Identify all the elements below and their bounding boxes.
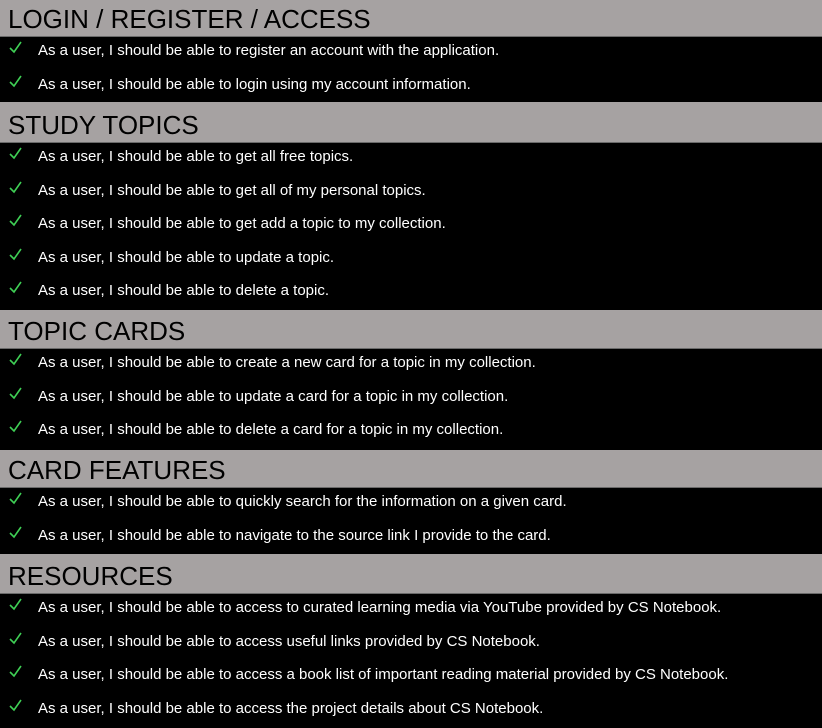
section-topic-cards: TOPIC CARDS As a user, I should be able … <box>0 310 822 450</box>
section-list: As a user, I should be able to register … <box>0 36 822 102</box>
check-icon <box>9 387 22 400</box>
list-item-text: As a user, I should be able to access to… <box>38 599 721 616</box>
check-icon <box>9 598 22 611</box>
section-study-topics: STUDY TOPICS As a user, I should be able… <box>0 102 822 310</box>
list-item: As a user, I should be able to delete a … <box>0 277 822 311</box>
check-icon <box>9 41 22 54</box>
list-item: As a user, I should be able to update a … <box>0 244 822 278</box>
section-card-features: CARD FEATURES As a user, I should be abl… <box>0 450 822 554</box>
check-icon <box>9 632 22 645</box>
section-list: As a user, I should be able to quickly s… <box>0 487 822 554</box>
check-icon <box>9 353 22 366</box>
list-item: As a user, I should be able to access a … <box>0 661 822 695</box>
list-item-text: As a user, I should be able to delete a … <box>38 282 329 299</box>
section-title: LOGIN / REGISTER / ACCESS <box>0 0 822 36</box>
check-icon <box>9 281 22 294</box>
list-item-text: As a user, I should be able to delete a … <box>38 421 503 438</box>
list-item-text: As a user, I should be able to access us… <box>38 633 540 650</box>
list-item: As a user, I should be able to get all o… <box>0 177 822 211</box>
user-stories-document: LOGIN / REGISTER / ACCESS As a user, I s… <box>0 0 822 724</box>
check-icon <box>9 147 22 160</box>
check-icon <box>9 526 22 539</box>
list-item: As a user, I should be able to delete a … <box>0 416 822 450</box>
list-item: As a user, I should be able to access to… <box>0 594 822 628</box>
section-resources: RESOURCES As a user, I should be able to… <box>0 554 822 724</box>
list-item-text: As a user, I should be able to create a … <box>38 354 536 371</box>
list-item: As a user, I should be able to navigate … <box>0 522 822 556</box>
check-icon <box>9 699 22 712</box>
list-item: As a user, I should be able to get add a… <box>0 210 822 244</box>
section-title: TOPIC CARDS <box>0 310 822 348</box>
section-title: RESOURCES <box>0 554 822 593</box>
section-list: As a user, I should be able to access to… <box>0 593 822 724</box>
check-icon <box>9 214 22 227</box>
list-item-text: As a user, I should be able to get add a… <box>38 215 446 232</box>
list-item: As a user, I should be able to register … <box>0 37 822 71</box>
list-item-text: As a user, I should be able to update a … <box>38 249 334 266</box>
list-item-text: As a user, I should be able to navigate … <box>38 527 551 544</box>
check-icon <box>9 248 22 261</box>
list-item: As a user, I should be able to access us… <box>0 628 822 662</box>
section-title: CARD FEATURES <box>0 450 822 487</box>
list-item-text: As a user, I should be able to register … <box>38 42 499 59</box>
check-icon <box>9 420 22 433</box>
section-title: STUDY TOPICS <box>0 102 822 142</box>
list-item: As a user, I should be able to login usi… <box>0 71 822 105</box>
list-item: As a user, I should be able to update a … <box>0 383 822 417</box>
list-item-text: As a user, I should be able to quickly s… <box>38 493 567 510</box>
check-icon <box>9 665 22 678</box>
list-item: As a user, I should be able to get all f… <box>0 143 822 177</box>
check-icon <box>9 181 22 194</box>
list-item-text: As a user, I should be able to login usi… <box>38 76 471 93</box>
list-item-text: As a user, I should be able to access th… <box>38 700 543 717</box>
list-item: As a user, I should be able to create a … <box>0 349 822 383</box>
section-list: As a user, I should be able to create a … <box>0 348 822 450</box>
section-list: As a user, I should be able to get all f… <box>0 142 822 310</box>
list-item: As a user, I should be able to quickly s… <box>0 488 822 522</box>
section-login-register-access: LOGIN / REGISTER / ACCESS As a user, I s… <box>0 0 822 102</box>
list-item-text: As a user, I should be able to get all o… <box>38 182 426 199</box>
list-item-text: As a user, I should be able to update a … <box>38 388 508 405</box>
list-item: As a user, I should be able to access th… <box>0 695 822 728</box>
list-item-text: As a user, I should be able to get all f… <box>38 148 353 165</box>
check-icon <box>9 75 22 88</box>
list-item-text: As a user, I should be able to access a … <box>38 666 728 683</box>
check-icon <box>9 492 22 505</box>
